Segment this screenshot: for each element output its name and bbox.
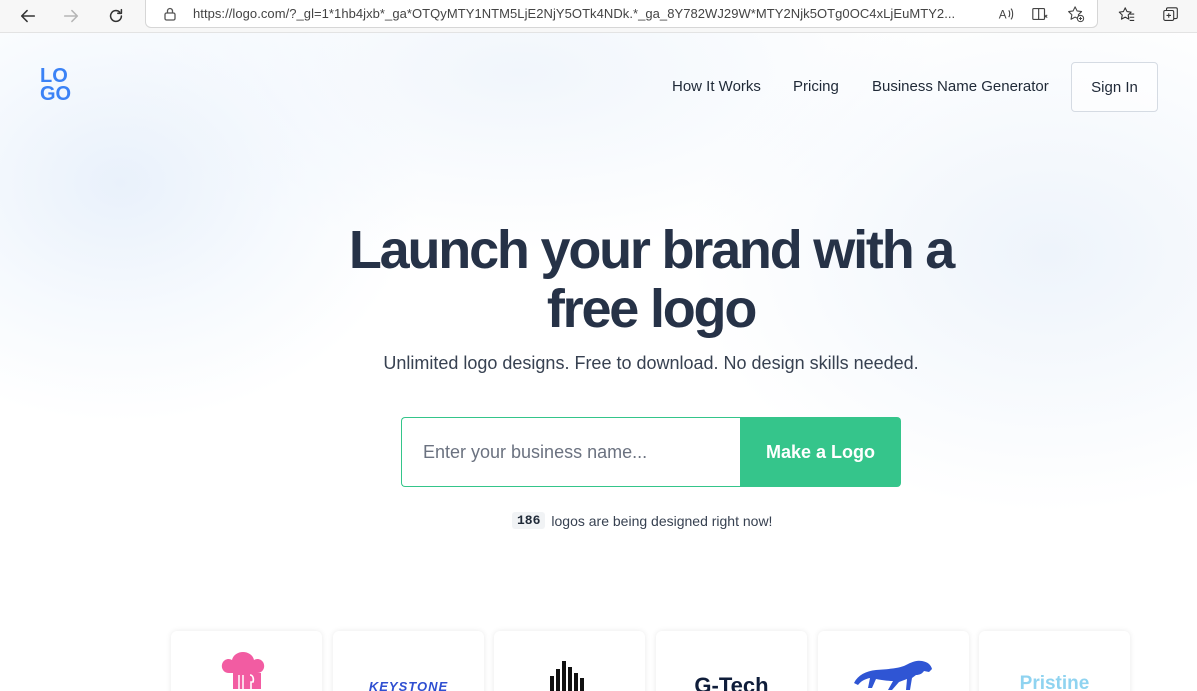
example-card[interactable]: Pristine: [979, 631, 1130, 691]
url-text: https://logo.com/?_gl=1*1hb4jxb*_ga*OTQy…: [193, 6, 956, 21]
example-card-text: G-Tech: [694, 673, 769, 691]
svg-text:A: A: [999, 9, 1007, 22]
logo-text-bottom: GO: [40, 83, 72, 105]
example-logo-cards: KEYSTONE G-Tech Pristine: [171, 631, 1131, 691]
lock-icon: [162, 6, 178, 22]
site-logo[interactable]: LO GO: [40, 66, 80, 107]
nav-pricing[interactable]: Pricing: [793, 78, 839, 95]
immersive-reader-icon[interactable]: [1030, 4, 1050, 24]
example-card[interactable]: [494, 631, 645, 691]
make-a-logo-button[interactable]: Make a Logo: [740, 417, 901, 487]
browser-toolbar: https://logo.com/?_gl=1*1hb4jxb*_ga*OTQy…: [0, 0, 1197, 33]
example-card-text: Pristine: [1019, 673, 1090, 691]
business-name-input[interactable]: [401, 417, 741, 487]
example-card[interactable]: [818, 631, 969, 691]
example-card[interactable]: KEYSTONE: [333, 631, 484, 691]
favorite-add-icon[interactable]: [1066, 4, 1086, 24]
counter-text: logos are being designed right now!: [551, 512, 773, 529]
address-bar[interactable]: https://logo.com/?_gl=1*1hb4jxb*_ga*OTQy…: [145, 0, 1098, 28]
page-content: LO GO How It Works Pricing Business Name…: [0, 33, 1197, 691]
forward-icon[interactable]: [57, 3, 85, 29]
example-card[interactable]: G-Tech: [656, 631, 807, 691]
nav-business-name-generator[interactable]: Business Name Generator: [872, 78, 1049, 95]
hero-subtitle: Unlimited logo designs. Free to download…: [383, 353, 919, 373]
favorites-icon[interactable]: [1116, 4, 1138, 26]
sign-in-button[interactable]: Sign In: [1071, 62, 1158, 112]
hero-title-line-1: Launch your brand with a: [348, 220, 955, 280]
collections-icon[interactable]: [1160, 4, 1182, 26]
back-icon[interactable]: [14, 3, 42, 29]
city-skyline-icon: [494, 631, 645, 691]
designing-counter: 186 logos are being designed right now!: [512, 512, 772, 529]
refresh-icon[interactable]: [102, 3, 130, 29]
panther-icon: [818, 631, 969, 691]
nav-how-it-works[interactable]: How It Works: [672, 78, 761, 95]
chef-hat-icon: [171, 631, 322, 691]
hero-title-line-2: free logo: [546, 279, 757, 339]
example-card-text: KEYSTONE: [368, 679, 449, 691]
read-aloud-icon[interactable]: A: [996, 4, 1016, 24]
example-card[interactable]: [171, 631, 322, 691]
hero-title: Launch your brand with a free logo: [250, 221, 1052, 339]
counter-badge: 186: [512, 512, 546, 529]
